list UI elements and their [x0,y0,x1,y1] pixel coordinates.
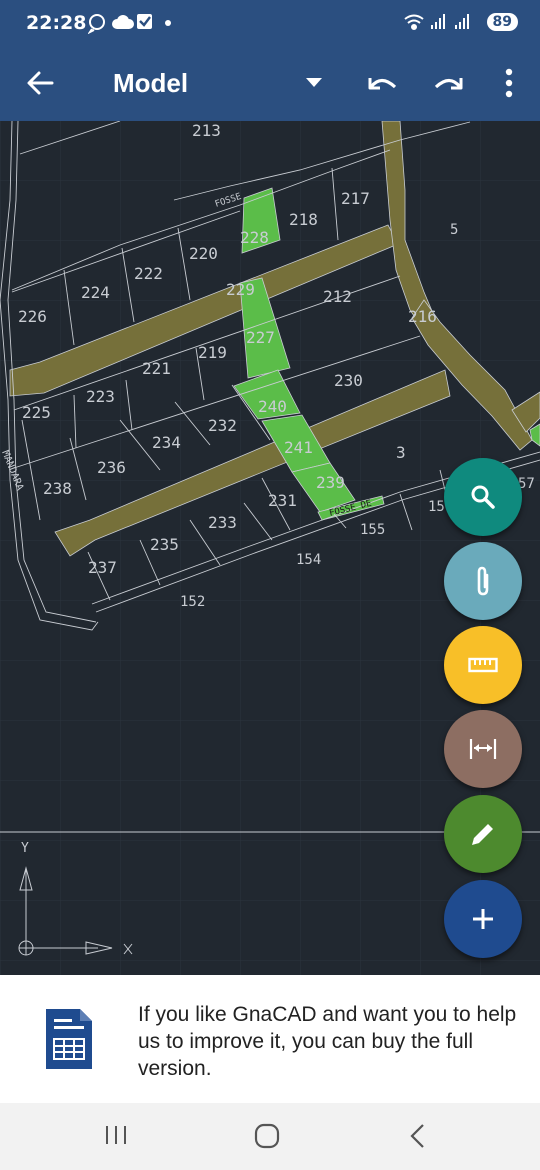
dropdown-triangle-icon[interactable] [305,76,323,88]
upgrade-banner[interactable]: If you like GnaCAD and want you to help … [0,975,540,1103]
measure-fab-button[interactable] [444,710,522,788]
parcel-number: 236 [97,458,126,477]
parcel-number: 216 [408,307,437,326]
back-arrow-icon[interactable] [26,70,54,96]
search-icon [471,485,495,509]
cloud-icon [112,15,134,29]
status-right: 89 [403,12,518,32]
back-icon[interactable] [408,1123,428,1149]
parcel-number: 3 [396,443,406,462]
edit-fab-button[interactable] [444,795,522,873]
parcel-number: 222 [134,264,163,283]
status-time: 22:28 [26,12,87,34]
signal-icons [403,14,469,30]
parcel-number: 213 [192,121,221,140]
undo-icon[interactable] [366,70,398,96]
parcel-number: 237 [88,558,117,577]
parcel-number: 15 [428,499,445,515]
signal-icon [430,14,445,29]
redo-icon[interactable] [433,70,465,96]
parcel-number: 240 [258,397,287,416]
parcel-number: 223 [86,387,115,406]
parcel-number: 218 [289,210,318,229]
parcel-number: 234 [152,433,181,452]
pencil-icon [472,824,493,845]
status-bar: 22:28 89 [0,0,540,44]
wifi-icon [403,14,424,30]
parcel-number: 239 [316,473,345,492]
add-fab-button[interactable] [444,880,522,958]
page-title: Model [113,68,189,98]
parcel-number: 226 [18,307,47,326]
check-box-icon [137,14,152,29]
ruler-icon [468,657,498,673]
parcel-number: 230 [334,371,363,390]
parcel-number: 238 [43,479,72,498]
app-bar: Model [0,44,540,121]
parcel-number: 152 [180,594,205,610]
spreadsheet-document-icon [46,1009,92,1069]
parcel-number: 212 [323,287,352,306]
whatsapp-icon [88,14,105,34]
parcel-number: 154 [296,552,321,568]
y-axis-label: Y [21,841,29,856]
plus-icon [473,909,493,929]
parcel-number: 235 [150,535,179,554]
recent-apps-icon[interactable] [103,1123,129,1147]
parcel-number: 5 [450,222,458,238]
more-vertical-icon[interactable] [502,68,516,98]
dimension-icon [469,739,497,759]
parcel-number: 231 [268,491,297,510]
dot-icon [165,20,171,26]
parcel-number: 227 [246,328,275,347]
signal-icon [454,14,469,29]
attach-fab-button[interactable] [444,542,522,620]
parcel-number: 217 [341,189,370,208]
paperclip-icon [477,566,489,596]
status-left-icons [88,14,171,34]
search-fab-button[interactable] [444,458,522,536]
parcel-number: 221 [142,359,171,378]
parcel-number: 228 [240,228,269,247]
parcel-number: 232 [208,416,237,435]
battery-level: 89 [486,13,518,31]
parcel-number: 233 [208,513,237,532]
parcel-number: 229 [226,280,255,299]
banner-message: If you like GnaCAD and want you to help … [138,1003,517,1080]
parcel-number: 225 [22,403,51,422]
parcel-number: 155 [360,522,385,538]
parcel-number: 219 [198,343,227,362]
ruler-fab-button[interactable] [444,626,522,704]
home-icon[interactable] [253,1122,281,1150]
parcel-number: 241 [284,438,313,457]
parcel-number: 220 [189,244,218,263]
system-nav-bar [0,1103,540,1170]
parcel-number: 224 [81,283,110,302]
